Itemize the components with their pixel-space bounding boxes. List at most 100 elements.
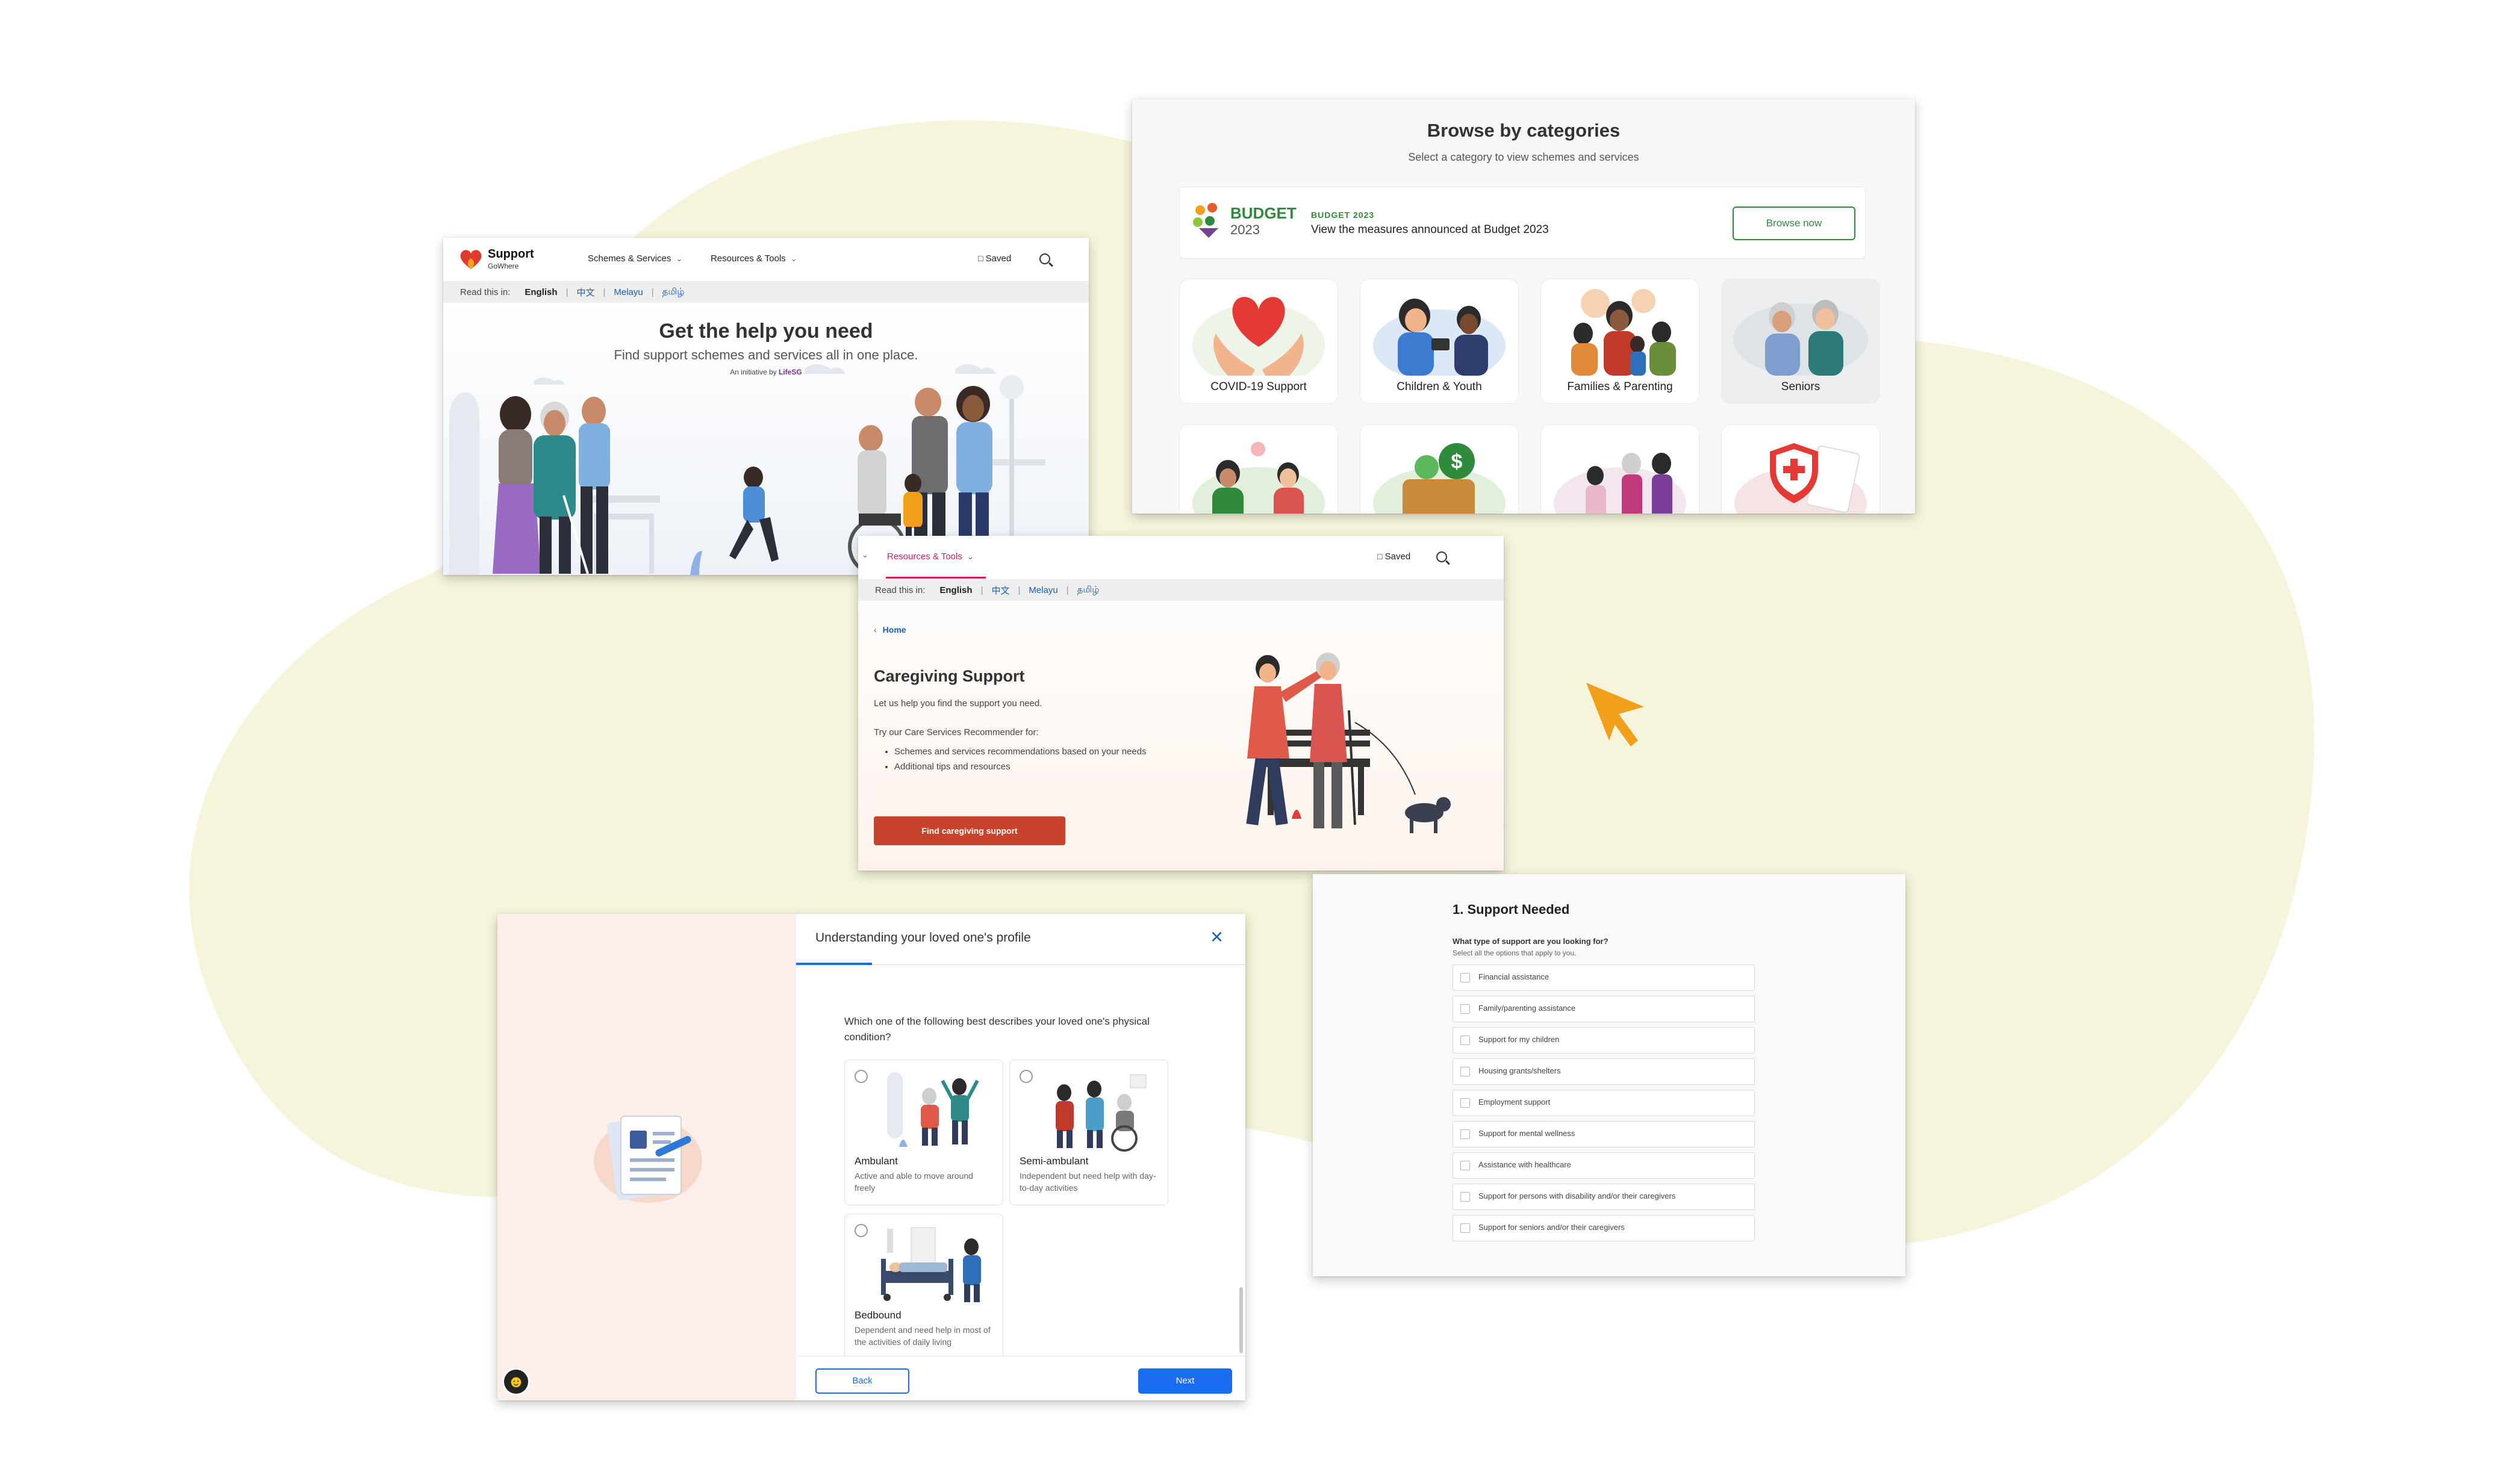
lang-english[interactable]: English: [939, 585, 972, 595]
category-card-row2-1[interactable]: [1179, 424, 1338, 514]
profile-question-screenshot: ☻ Understanding your loved one's profile…: [497, 914, 1245, 1400]
health-shield-icon: [1734, 443, 1867, 514]
browse-now-button[interactable]: Browse now: [1733, 206, 1855, 240]
categories-page-screenshot: Browse by categories Select a category t…: [1132, 99, 1915, 514]
logo-name: Support: [488, 247, 534, 261]
checkbox-option[interactable]: Support for my children: [1453, 1027, 1755, 1054]
mouse-cursor-icon: [1586, 683, 1644, 747]
home-page-screenshot: Support GoWhere Schemes & Services ⌄ Reso…: [443, 238, 1089, 575]
checkbox[interactable]: [1460, 1223, 1470, 1233]
checkbox[interactable]: [1460, 1035, 1470, 1045]
lang-malay[interactable]: Melayu: [1029, 585, 1057, 595]
categories-subtitle: Select a category to view schemes and se…: [1408, 151, 1639, 163]
chat-helper-icon[interactable]: ☻: [502, 1368, 530, 1396]
svg-text:$: $: [1451, 450, 1463, 473]
checkbox-option[interactable]: Support for seniors and/or their caregiv…: [1453, 1215, 1755, 1241]
feature-list: Schemes and services recommendations bas…: [874, 744, 1147, 774]
bookmark-icon: □: [1377, 551, 1383, 561]
list-item: Additional tips and resources: [894, 759, 1147, 774]
search-icon[interactable]: [1436, 551, 1447, 562]
hero-section: Get the help you need Find support schem…: [443, 303, 1089, 575]
checkbox-option[interactable]: Financial assistance: [1453, 964, 1755, 991]
lang-tamil[interactable]: தமிழ்: [662, 287, 685, 298]
lang-english[interactable]: English: [525, 287, 557, 297]
children-youth-icon: [1373, 299, 1506, 376]
lang-tamil[interactable]: தமிழ்: [1077, 585, 1100, 596]
caregivers-walking-illustration: [1246, 653, 1451, 833]
checkbox-option[interactable]: Housing grants/shelters: [1453, 1058, 1755, 1085]
option-ambulant[interactable]: Ambulant Active and able to move around …: [844, 1060, 1003, 1205]
find-caregiving-support-button[interactable]: Find caregiving support: [874, 816, 1065, 845]
checkbox[interactable]: [1460, 973, 1470, 983]
talking-people-icon: [1192, 442, 1325, 514]
checkbox[interactable]: [1460, 1004, 1470, 1014]
caregiving-page-screenshot: ⌄ Resources & Tools ⌄ □ Saved Read this i…: [858, 536, 1504, 871]
lang-chinese[interactable]: 中文: [991, 584, 1009, 597]
category-card-row2-4[interactable]: [1721, 424, 1880, 514]
checkbox-option[interactable]: Support for mental wellness: [1453, 1121, 1755, 1147]
chevron-down-icon: ⌄: [862, 550, 868, 559]
hero-family-illustration: [449, 364, 1055, 575]
close-icon[interactable]: ×: [1210, 925, 1223, 949]
radio-button[interactable]: [855, 1070, 868, 1083]
checkbox[interactable]: [1460, 1067, 1470, 1076]
saved-link[interactable]: □ Saved: [1377, 551, 1410, 562]
profile-header-title: Understanding your loved one's profile: [815, 931, 1031, 945]
chevron-down-icon: ⌄: [967, 552, 974, 561]
top-navigation: Support GoWhere Schemes & Services ⌄ Reso…: [443, 238, 1089, 282]
category-card-row2-2[interactable]: $: [1360, 424, 1519, 514]
nav-schemes-services[interactable]: Schemes & Services ⌄: [588, 253, 682, 264]
support-hint: Select all the options that apply to you…: [1453, 949, 1577, 957]
category-label: COVID-19 Support: [1210, 380, 1307, 393]
budget-banner: BUDGET 2023 BUDGET 2023 View the measure…: [1179, 187, 1866, 259]
lang-chinese[interactable]: 中文: [576, 286, 594, 299]
top-navigation: ⌄ Resources & Tools ⌄ □ Saved: [858, 536, 1504, 580]
category-label: Children & Youth: [1397, 380, 1482, 393]
checkbox-option[interactable]: Assistance with healthcare: [1453, 1152, 1755, 1179]
category-card-families[interactable]: Families & Parenting: [1540, 279, 1699, 404]
saved-link[interactable]: □ Saved: [978, 253, 1011, 264]
support-needed-screenshot: 1. Support Needed What type of support a…: [1313, 874, 1905, 1276]
category-card-seniors[interactable]: Seniors: [1721, 279, 1880, 404]
exercise-people-icon: [887, 1072, 979, 1147]
search-icon[interactable]: [1039, 253, 1050, 264]
radio-button[interactable]: [855, 1224, 868, 1237]
breadcrumb[interactable]: ‹ Home: [874, 625, 906, 635]
profile-header: Understanding your loved one's profile ×: [796, 914, 1245, 965]
scrollbar[interactable]: [1239, 1287, 1243, 1353]
category-card-children[interactable]: Children & Youth: [1360, 279, 1519, 404]
checkbox[interactable]: [1460, 1098, 1470, 1108]
checkbox-option[interactable]: Support for persons with disability and/…: [1453, 1184, 1755, 1210]
category-card-covid[interactable]: COVID-19 Support: [1179, 279, 1338, 404]
nav-resources-tools[interactable]: Resources & Tools ⌄: [711, 253, 797, 264]
profile-side-panel: ☻: [497, 914, 796, 1400]
question-text: Which one of the following best describe…: [844, 1016, 1150, 1043]
radio-button[interactable]: [1020, 1070, 1033, 1083]
back-button[interactable]: Back: [815, 1368, 909, 1394]
wheelchair-care-icon: [1056, 1074, 1147, 1152]
page-title: Caregiving Support: [874, 667, 1025, 685]
hospital-bed-icon: [881, 1227, 981, 1302]
next-button[interactable]: Next: [1138, 1368, 1232, 1394]
budget-text: View the measures announced at Budget 20…: [1311, 223, 1549, 236]
checkbox[interactable]: [1460, 1129, 1470, 1139]
language-bar: Read this in: English | 中文 | Melayu | தமிழ்: [858, 579, 1504, 601]
checkbox[interactable]: [1460, 1161, 1470, 1170]
profile-footer: Back Next: [796, 1356, 1245, 1400]
checkbox-option[interactable]: Employment support: [1453, 1090, 1755, 1116]
intro-text: Let us help you find the support you nee…: [874, 698, 1042, 709]
logo-sub: GoWhere: [488, 262, 519, 270]
option-semi-ambulant[interactable]: Semi-ambulant Independent but need help …: [1009, 1060, 1168, 1205]
inclusive-group-icon: [1554, 453, 1686, 514]
checkbox[interactable]: [1460, 1192, 1470, 1202]
chevron-down-icon: ⌄: [676, 254, 683, 263]
category-card-row2-3[interactable]: [1540, 424, 1699, 514]
lang-label: Read this in:: [460, 287, 511, 297]
lang-malay[interactable]: Melayu: [614, 287, 643, 297]
checkbox-option[interactable]: Family/parenting assistance: [1453, 996, 1755, 1022]
nav-resources-tools-active[interactable]: Resources & Tools ⌄: [887, 551, 974, 562]
budget-tag: BUDGET 2023: [1311, 210, 1375, 220]
option-bedbound[interactable]: Bedbound Dependent and need help in most…: [844, 1214, 1003, 1359]
progress-indicator: [796, 963, 872, 965]
option-desc: Active and able to move around freely: [855, 1171, 973, 1193]
